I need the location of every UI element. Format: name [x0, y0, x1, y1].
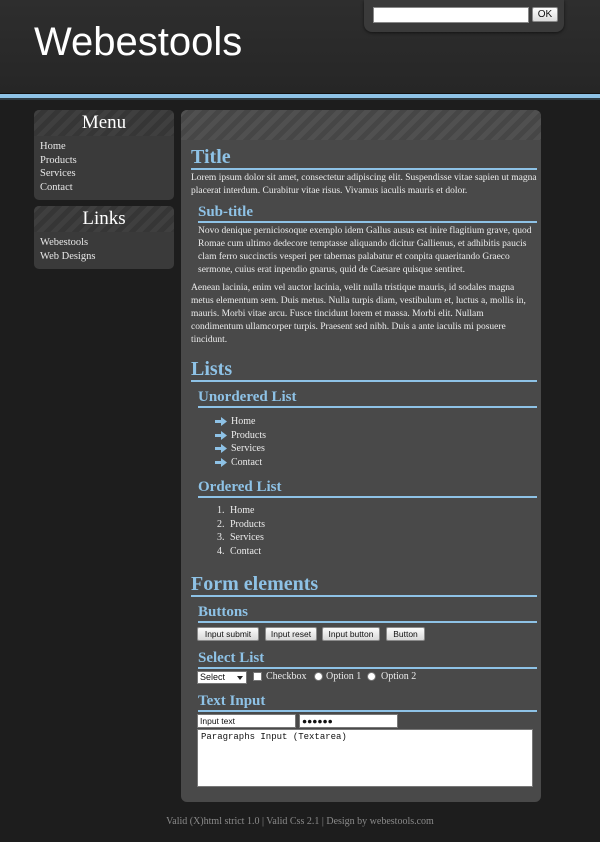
select-list-heading: Select List	[198, 650, 537, 669]
input-submit-button[interactable]: Input submit	[197, 627, 259, 641]
select-dropdown[interactable]: Select	[197, 671, 247, 684]
list-item: 2. Products	[217, 518, 265, 530]
site-title[interactable]: Webestools	[34, 20, 242, 65]
main-stripe	[181, 110, 541, 140]
list-item-label: Services	[231, 443, 265, 454]
sidebar-link-webestools[interactable]: Webestools	[40, 236, 174, 250]
list-item-label: Home	[231, 416, 256, 427]
list-item-label: Products	[231, 429, 266, 441]
buttons-heading: Buttons	[198, 604, 537, 623]
list-item: 4. Contact	[217, 545, 262, 557]
list-item: Contact	[215, 456, 266, 470]
ordered-list: 1. Home 2. Products 3. Services 4. Contact	[217, 504, 265, 558]
radio-option-1[interactable]	[314, 672, 323, 681]
sidebar-item-home[interactable]: Home	[40, 140, 174, 154]
intro-paragraph: Lorem ipsum dolor sit amet, consectetur …	[191, 173, 537, 196]
sidebar-item-contact[interactable]: Contact	[40, 181, 174, 195]
arrow-right-icon	[215, 417, 227, 426]
footer: Valid (X)html strict 1.0 | Valid Css 2.1…	[166, 816, 434, 827]
textarea[interactable]: Paragraphs Input (Textarea)	[197, 729, 533, 787]
form-elements-heading: Form elements	[191, 574, 537, 597]
list-item-label: Contact	[231, 456, 263, 468]
sidebar-menu: Menu Home Products Services Contact	[34, 110, 174, 200]
sidebar-links-list: Webestools Web Designs	[34, 236, 174, 263]
unordered-list-heading: Unordered List	[198, 389, 537, 408]
radio-option-1-label: Option 1	[326, 671, 362, 682]
list-item: Services	[215, 442, 266, 456]
checkbox[interactable]	[253, 672, 262, 681]
plain-button[interactable]: Button	[386, 627, 425, 641]
arrow-right-icon	[215, 444, 227, 453]
lists-heading: Lists	[191, 359, 537, 382]
subtitle: Sub-title	[198, 204, 537, 223]
checkbox-label: Checkbox	[266, 671, 307, 682]
sidebar-menu-list: Home Products Services Contact	[34, 140, 174, 194]
sidebar-link-web-designs[interactable]: Web Designs	[40, 250, 174, 264]
password-input[interactable]: ●●●●●●	[299, 714, 398, 728]
radio-option-2-label: Option 2	[381, 671, 417, 682]
text-input[interactable]: Input text	[197, 714, 296, 728]
sidebar-links: Links Webestools Web Designs	[34, 206, 174, 269]
sidebar-links-title: Links	[82, 208, 126, 229]
list-item-label: Services	[230, 532, 264, 543]
search-button[interactable]: OK	[532, 7, 558, 22]
list-item: 3. Services	[217, 532, 264, 543]
main-content: Title Lorem ipsum dolor sit amet, consec…	[181, 110, 541, 802]
text-input-heading: Text Input	[198, 693, 537, 712]
sidebar-menu-title: Menu	[81, 112, 127, 133]
ordered-list-heading: Ordered List	[198, 479, 537, 498]
site-header: Webestools OK	[0, 0, 600, 94]
page-title: Title	[191, 147, 537, 170]
list-item: Home	[215, 415, 266, 429]
search-box: OK	[364, 0, 564, 32]
chevron-down-icon	[237, 676, 243, 680]
list-item-label: Products	[230, 518, 265, 530]
arrow-right-icon	[215, 457, 227, 467]
body-paragraph: Aenean lacinia, enim vel auctor lacinia,…	[191, 283, 526, 345]
list-item-label: Contact	[230, 545, 262, 557]
list-item-label: Home	[230, 505, 255, 516]
arrow-right-icon	[215, 430, 227, 440]
sidebar-item-services[interactable]: Services	[40, 167, 174, 181]
list-item: 1. Home	[217, 505, 255, 516]
input-reset-button[interactable]: Input reset	[265, 627, 317, 641]
select-value: Select	[200, 672, 226, 682]
input-button[interactable]: Input button	[322, 627, 380, 641]
list-item: Products	[215, 429, 266, 443]
subtitle-paragraph: Novo denique perniciosoque exemplo idem …	[198, 226, 532, 275]
search-input[interactable]	[373, 7, 529, 23]
unordered-list: Home Products Services Contact	[215, 415, 266, 469]
radio-option-2[interactable]	[367, 672, 376, 681]
header-divider-shadow	[0, 98, 600, 100]
sidebar-item-products[interactable]: Products	[40, 154, 174, 168]
